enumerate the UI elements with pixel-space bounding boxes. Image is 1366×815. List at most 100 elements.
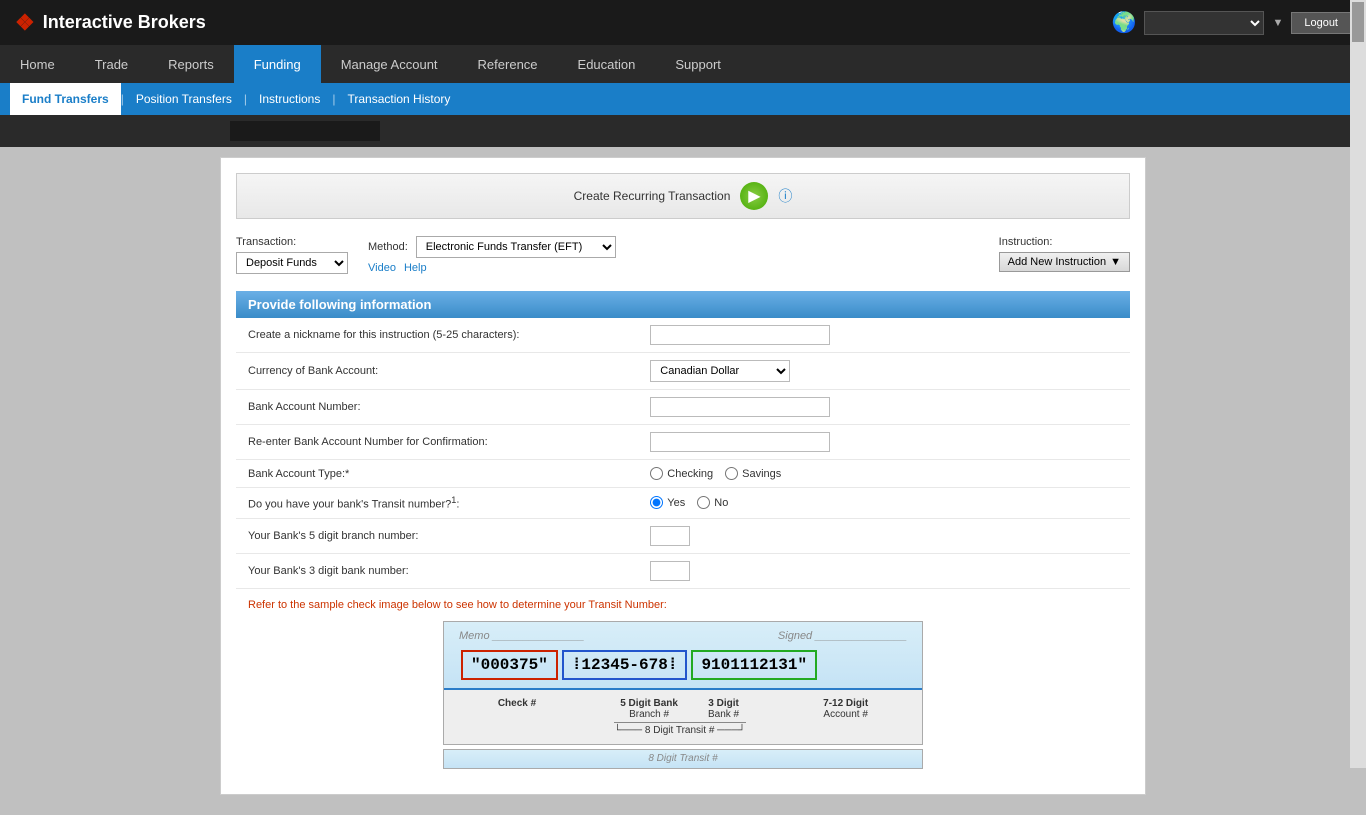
table-row: Bank Account Type:* Checking Savings bbox=[236, 460, 1130, 488]
currency-select[interactable]: Canadian Dollar US Dollar Euro British P… bbox=[650, 360, 790, 382]
main-panel: Create Recurring Transaction ▶ ⓘ Transac… bbox=[220, 157, 1146, 795]
5digit-label2: Branch # bbox=[620, 709, 678, 720]
method-select[interactable]: Electronic Funds Transfer (EFT) Wire Tra… bbox=[416, 236, 616, 258]
instruction-dropdown-button[interactable]: Add New Instruction ▼ bbox=[999, 252, 1130, 272]
check-sublabels: 5 Digit Bank Branch # 3 Digit Bank # bbox=[620, 698, 739, 720]
instruction-dropdown-arrow: ▼ bbox=[1110, 256, 1121, 268]
currency-cell: Canadian Dollar US Dollar Euro British P… bbox=[638, 353, 1130, 390]
globe-icon: 🌍 bbox=[1112, 10, 1137, 35]
check-top: Memo _______________ Signed ____________… bbox=[444, 622, 922, 690]
nav-funding[interactable]: Funding bbox=[234, 45, 321, 83]
scrollbar-thumb[interactable] bbox=[1352, 2, 1364, 42]
checking-radio-label[interactable]: Checking bbox=[650, 467, 713, 480]
check-memo-signed: Memo _______________ Signed ____________… bbox=[459, 630, 907, 642]
table-row: Bank Account Number: bbox=[236, 390, 1130, 425]
nav-trade[interactable]: Trade bbox=[75, 45, 148, 83]
currency-label: Currency of Bank Account: bbox=[236, 353, 638, 390]
method-links: Video Help bbox=[368, 262, 616, 274]
confirm-account-label: Re-enter Bank Account Number for Confirm… bbox=[236, 425, 638, 460]
bank-number-label: Your Bank's 3 digit bank number: bbox=[236, 553, 638, 588]
logo-icon: ❖ bbox=[15, 10, 35, 36]
dropdown-arrow: ▼ bbox=[1272, 17, 1283, 29]
yes-radio[interactable] bbox=[650, 496, 663, 509]
account-number-cell bbox=[638, 390, 1130, 425]
method-label: Method: bbox=[368, 241, 408, 253]
instruction-group: Instruction: Add New Instruction ▼ bbox=[999, 236, 1130, 272]
account-dropdown[interactable] bbox=[1144, 11, 1264, 35]
form-table: Create a nickname for this instruction (… bbox=[236, 318, 1130, 589]
check-label-transit-group: 5 Digit Bank Branch # 3 Digit Bank # └──… bbox=[614, 698, 746, 736]
nickname-input[interactable] bbox=[650, 325, 830, 345]
refer-prefix: Refer to the sample bbox=[248, 599, 347, 611]
table-row: Your Bank's 5 digit branch number: bbox=[236, 518, 1130, 553]
account-label2: Account # bbox=[823, 709, 868, 720]
account-type-cell: Checking Savings bbox=[638, 460, 1130, 488]
video-link[interactable]: Video bbox=[368, 262, 396, 274]
page-content: Create Recurring Transaction ▶ ⓘ Transac… bbox=[0, 147, 1366, 815]
nav-manage-account[interactable]: Manage Account bbox=[321, 45, 458, 83]
branch-number-input[interactable] bbox=[650, 526, 690, 546]
recurring-info-icon[interactable]: ⓘ bbox=[778, 186, 792, 206]
transit-label-combined: └─── 8 Digit Transit # ───┘ bbox=[614, 722, 746, 736]
check-label-5digit: 5 Digit Bank Branch # bbox=[620, 698, 678, 720]
savings-label: Savings bbox=[742, 468, 781, 480]
subnav-position-transfers[interactable]: Position Transfers bbox=[124, 83, 244, 115]
recurring-bar: Create Recurring Transaction ▶ ⓘ bbox=[236, 173, 1130, 219]
savings-radio[interactable] bbox=[725, 467, 738, 480]
no-radio-label[interactable]: No bbox=[697, 496, 728, 509]
second-check-text: 8 Digit Transit # bbox=[648, 753, 717, 764]
transaction-select[interactable]: Deposit Funds Withdraw Funds bbox=[236, 252, 348, 274]
account-type-radio-group: Checking Savings bbox=[650, 467, 1118, 480]
account-selector[interactable] bbox=[230, 121, 380, 141]
bank-number-cell bbox=[638, 553, 1130, 588]
nav-reports[interactable]: Reports bbox=[148, 45, 234, 83]
help-link[interactable]: Help bbox=[404, 262, 427, 274]
recurring-label: Create Recurring Transaction bbox=[574, 189, 731, 203]
check-image-container: Memo _______________ Signed ____________… bbox=[248, 621, 1118, 745]
table-row: Do you have your bank's Transit number?1… bbox=[236, 488, 1130, 519]
nav-reference[interactable]: Reference bbox=[458, 45, 558, 83]
nav-support[interactable]: Support bbox=[655, 45, 741, 83]
check-section: Refer to the sample check image below to… bbox=[236, 589, 1130, 779]
method-group: Method: Electronic Funds Transfer (EFT) … bbox=[368, 236, 616, 274]
sub-nav: Fund Transfers | Position Transfers | In… bbox=[0, 83, 1366, 115]
account-number-input[interactable] bbox=[650, 397, 830, 417]
no-radio[interactable] bbox=[697, 496, 710, 509]
confirm-account-input[interactable] bbox=[650, 432, 830, 452]
subnav-transaction-history[interactable]: Transaction History bbox=[335, 83, 462, 115]
yes-radio-label[interactable]: Yes bbox=[650, 496, 685, 509]
table-row: Your Bank's 3 digit bank number: bbox=[236, 553, 1130, 588]
check-transit-number: ⁞12345-678⁞ bbox=[562, 650, 688, 680]
main-nav: Home Trade Reports Funding Manage Accoun… bbox=[0, 45, 1366, 83]
nav-home[interactable]: Home bbox=[0, 45, 75, 83]
table-row: Re-enter Bank Account Number for Confirm… bbox=[236, 425, 1130, 460]
transaction-group: Transaction: Deposit Funds Withdraw Fund… bbox=[236, 236, 348, 274]
refer-link[interactable]: check image below to see how to determin… bbox=[347, 599, 667, 611]
account-number-label: Bank Account Number: bbox=[236, 390, 638, 425]
check-label-check: Check # bbox=[498, 698, 536, 736]
checking-radio[interactable] bbox=[650, 467, 663, 480]
memo-text: Memo _______________ bbox=[459, 630, 584, 642]
section-header: Provide following information bbox=[236, 291, 1130, 318]
scrollbar-track[interactable] bbox=[1350, 0, 1366, 768]
recurring-toggle-button[interactable]: ▶ bbox=[740, 182, 768, 210]
second-check-partial: 8 Digit Transit # bbox=[248, 749, 1118, 769]
top-right-controls: 🌍 ▼ Logout bbox=[1112, 10, 1351, 35]
subnav-sep2: | bbox=[244, 92, 247, 106]
check-routing-number: "000375" bbox=[461, 650, 558, 680]
account-bar bbox=[0, 115, 1366, 147]
method-row: Method: Electronic Funds Transfer (EFT) … bbox=[368, 236, 616, 258]
check-account-number: 9101112131" bbox=[691, 650, 817, 680]
subnav-instructions[interactable]: Instructions bbox=[247, 83, 332, 115]
3digit-label: 3 Digit bbox=[708, 698, 739, 709]
subnav-fund-transfers[interactable]: Fund Transfers bbox=[10, 83, 121, 115]
nav-education[interactable]: Education bbox=[558, 45, 656, 83]
yes-label: Yes bbox=[667, 497, 685, 509]
3digit-label2: Bank # bbox=[708, 709, 739, 720]
logo: ❖ Interactive Brokers bbox=[15, 10, 206, 36]
top-bar: ❖ Interactive Brokers 🌍 ▼ Logout bbox=[0, 0, 1366, 45]
bank-number-input[interactable] bbox=[650, 561, 690, 581]
savings-radio-label[interactable]: Savings bbox=[725, 467, 781, 480]
logout-button[interactable]: Logout bbox=[1291, 12, 1351, 34]
signed-text: Signed _______________ bbox=[778, 630, 907, 642]
